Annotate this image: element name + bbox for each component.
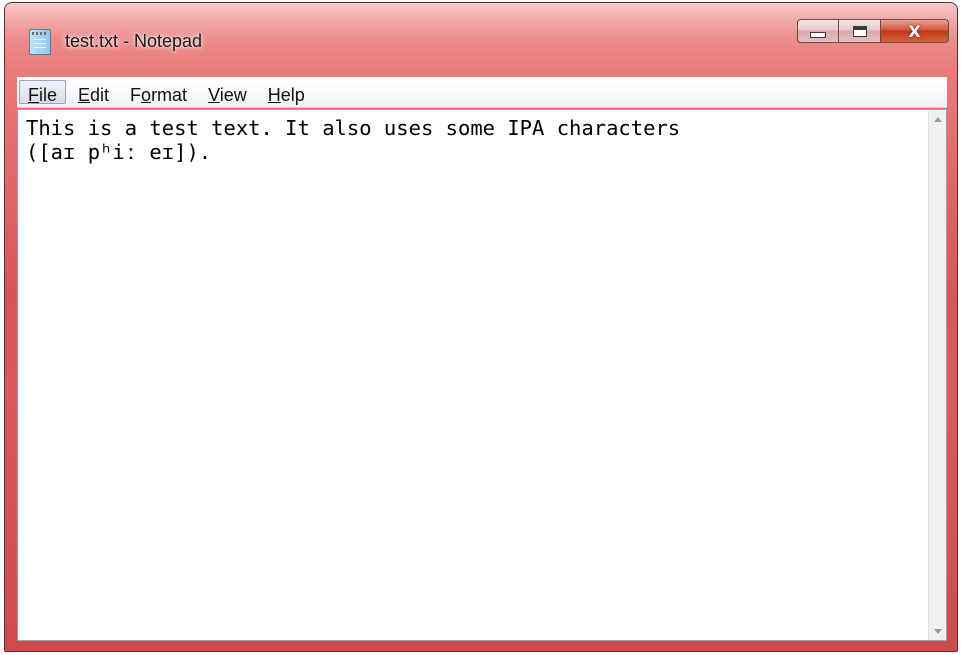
scroll-up-button[interactable] (929, 110, 946, 128)
title-bar[interactable]: test.txt - Notepad X (5, 3, 957, 63)
notepad-window: test.txt - Notepad X File Edit Format Vi… (4, 2, 958, 652)
caption-buttons: X (797, 19, 949, 43)
maximize-icon (852, 25, 867, 37)
maximize-button[interactable] (839, 19, 881, 43)
scroll-up-arrow-icon (933, 116, 942, 122)
scroll-down-arrow-icon (933, 628, 942, 634)
window-title: test.txt - Notepad (65, 31, 203, 51)
minimize-button[interactable] (797, 19, 839, 43)
menu-help[interactable]: Help (259, 80, 314, 105)
notepad-icon[interactable] (29, 29, 51, 55)
scroll-down-button[interactable] (929, 622, 946, 640)
menu-format[interactable]: Format (121, 80, 196, 105)
menu-file[interactable]: File (19, 80, 67, 105)
menu-bar: File Edit Format View Help (17, 77, 947, 108)
close-icon: X (908, 21, 921, 41)
text-editor[interactable]: This is a test text. It also uses some I… (17, 109, 947, 641)
text-content[interactable]: This is a test text. It also uses some I… (18, 110, 928, 640)
menu-view[interactable]: View (199, 80, 256, 105)
close-button[interactable]: X (881, 19, 949, 43)
minimize-icon (810, 32, 826, 38)
vertical-scrollbar[interactable] (928, 110, 946, 640)
menu-edit[interactable]: Edit (69, 80, 118, 105)
